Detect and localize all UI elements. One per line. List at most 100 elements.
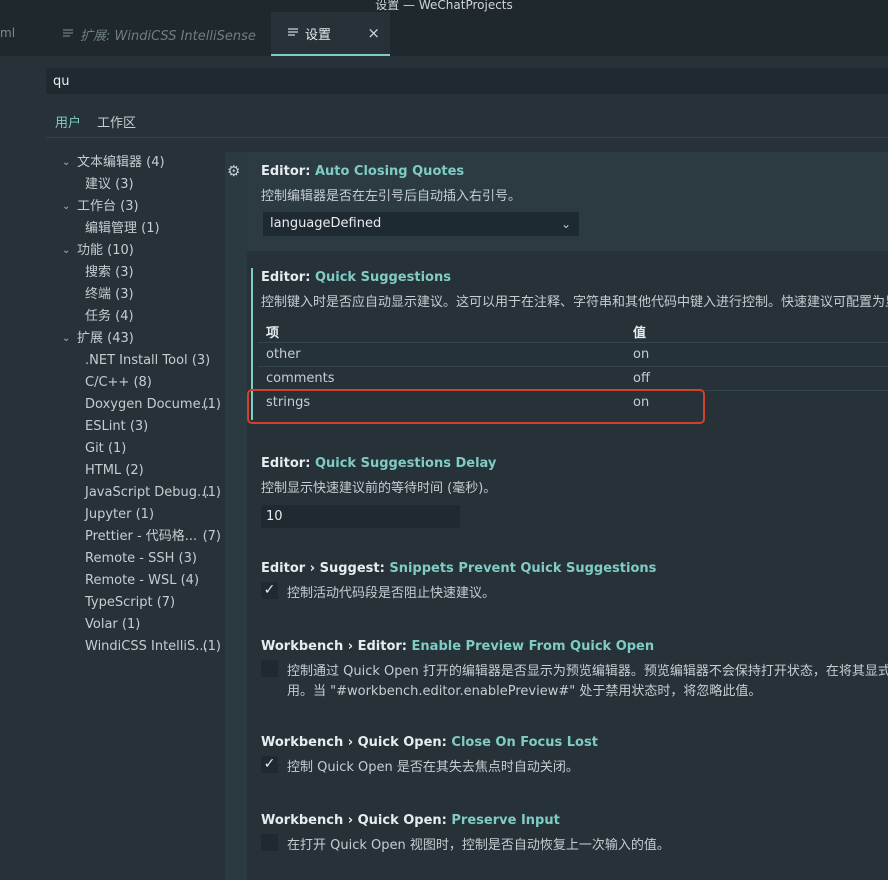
- toc-item[interactable]: Prettier - 代码格... (7): [0, 526, 225, 548]
- setting-description: 控制 Quick Open 是否在其失去焦点时自动关闭。: [287, 760, 579, 775]
- snippets-prevent-checkbox[interactable]: ✓: [261, 582, 278, 599]
- toc-item-count: (2): [125, 463, 144, 478]
- chevron-down-icon[interactable]: ⌄: [62, 152, 70, 174]
- chevron-down-icon[interactable]: ⌄: [62, 328, 70, 350]
- tab-workspace-settings[interactable]: 工作区: [97, 112, 136, 131]
- window-title-bar: 设置 — WeChatProjects: [0, 0, 888, 12]
- toc-item[interactable]: 任务 (4): [0, 306, 225, 328]
- toc-item-label: 搜索: [85, 265, 112, 280]
- tab-label: 扩展: WindiCSS IntelliSense: [80, 28, 256, 44]
- toc-item-text: Remote - WSL (4): [85, 570, 199, 592]
- toc-item-label: Git: [85, 441, 104, 456]
- tab-label: 设置: [305, 27, 332, 43]
- setting-title: Editor: Quick Suggestions: [261, 270, 451, 285]
- toc-item[interactable]: Doxygen Docume... (1): [0, 394, 225, 416]
- toc-item-text: 搜索 (3): [85, 262, 134, 284]
- toc-item[interactable]: Jupyter (1): [0, 504, 225, 526]
- toc-item[interactable]: TypeScript (7): [0, 592, 225, 614]
- toc-item[interactable]: ESLint (3): [0, 416, 225, 438]
- scope-divider: [46, 137, 888, 138]
- auto-closing-quotes-select[interactable]: languageDefined ⌄: [263, 212, 579, 236]
- toc-item[interactable]: 建议 (3): [0, 174, 225, 196]
- toc-item-text: TypeScript (7): [85, 592, 175, 614]
- setting-description: 控制编辑器是否在左引号后自动插入右引号。: [261, 189, 522, 204]
- setting-title: Editor: Auto Closing Quotes: [261, 164, 465, 179]
- toc-item[interactable]: Volar (1): [0, 614, 225, 636]
- toc-item[interactable]: HTML (2): [0, 460, 225, 482]
- gear-icon[interactable]: ⚙: [227, 162, 240, 180]
- setting-description: 控制键入时是否应自动显示建议。这可以用于在注释、字符串和其他代码中键入进行控制。…: [261, 295, 888, 310]
- enable-preview-checkbox[interactable]: [261, 660, 278, 677]
- setting-description: 控制活动代码段是否阻止快速建议。: [287, 586, 496, 601]
- toc-item[interactable]: ⌄ 扩展 (43): [0, 328, 225, 350]
- chevron-down-icon: ⌄: [560, 217, 571, 231]
- setting-title: Workbench › Editor: Enable Preview From …: [261, 639, 655, 654]
- toc-item-text: Git (1): [85, 438, 126, 460]
- toc-item-label: 扩展: [77, 331, 104, 346]
- toc-item-count: (1): [107, 441, 127, 456]
- toc-item[interactable]: Remote - SSH (3): [0, 548, 225, 570]
- toc-item-count: (3): [191, 353, 211, 368]
- toc-item-label: Remote - WSL: [85, 573, 177, 588]
- toc-scrollbar[interactable]: [225, 152, 247, 880]
- tab-extension-windicss[interactable]: 扩展: WindiCSS IntelliSense: [58, 12, 256, 56]
- divider: [258, 342, 888, 343]
- close-icon[interactable]: ×: [367, 24, 380, 42]
- setting-description: 在打开 Quick Open 视图时，控制是否自动恢复上一次输入的值。: [287, 838, 670, 853]
- setting-title: Editor: Quick Suggestions Delay: [261, 456, 497, 471]
- toc-item-count: (1): [202, 397, 221, 412]
- toc-item-text: 文本编辑器 (4): [77, 152, 165, 174]
- toc-item-label: 任务: [85, 309, 112, 324]
- settings-search-input[interactable]: qu: [46, 68, 888, 94]
- toc-item[interactable]: 搜索 (3): [0, 262, 225, 284]
- toc-item-count: (3): [115, 265, 134, 280]
- toc-item-count: (1): [202, 485, 221, 500]
- toc-item-label: Doxygen Docume...: [85, 397, 213, 412]
- toc-item[interactable]: ⌄ 工作台 (3): [0, 196, 225, 218]
- toc-item[interactable]: 终端 (3): [0, 284, 225, 306]
- toc-item[interactable]: ⌄ 文本编辑器 (4): [0, 152, 225, 174]
- toc-item-label: .NET Install Tool: [85, 353, 188, 368]
- tab-user-settings[interactable]: 用户: [55, 112, 82, 138]
- check-icon: ✓: [263, 756, 276, 772]
- toc-item[interactable]: .NET Install Tool (3): [0, 350, 225, 372]
- toc-item-text: 编辑管理 (1): [85, 218, 160, 240]
- list-item-value[interactable]: on: [633, 347, 649, 362]
- toc-item[interactable]: WindiCSS IntelliS... (1): [0, 636, 225, 658]
- tab-truncated-label[interactable]: ml: [0, 26, 15, 40]
- toc-item-count: (43): [107, 331, 134, 346]
- setting-description: 控制显示快速建议前的等待时间 (毫秒)。: [261, 481, 497, 496]
- list-item-value[interactable]: off: [633, 371, 650, 386]
- quick-suggestions-delay-input[interactable]: 10: [261, 505, 460, 528]
- preserve-input-checkbox[interactable]: [261, 834, 278, 851]
- chevron-down-icon[interactable]: ⌄: [62, 240, 70, 262]
- toc-item-label: ESLint: [85, 419, 126, 434]
- list-item-key[interactable]: other: [266, 347, 301, 362]
- toc-item-text: C/C++ (8): [85, 372, 152, 394]
- setting-title: Editor › Suggest: Snippets Prevent Quick…: [261, 561, 657, 576]
- highlight-box: [247, 389, 705, 424]
- toc-item[interactable]: Git (1): [0, 438, 225, 460]
- toc-item[interactable]: ⌄ 功能 (10): [0, 240, 225, 262]
- close-on-focus-lost-checkbox[interactable]: ✓: [261, 756, 278, 773]
- toc-item-label: Volar: [85, 617, 118, 632]
- toc-item-count: (7): [202, 529, 221, 544]
- toc-item-text: 功能 (10): [77, 240, 134, 262]
- toc-item-label: 文本编辑器: [77, 155, 143, 170]
- toc-item[interactable]: 编辑管理 (1): [0, 218, 225, 240]
- toc-item-count: (1): [135, 507, 155, 522]
- chevron-down-icon[interactable]: ⌄: [62, 196, 70, 218]
- toc-item[interactable]: Remote - WSL (4): [0, 570, 225, 592]
- toc-item-count: (4): [115, 309, 134, 324]
- toc-item[interactable]: C/C++ (8): [0, 372, 225, 394]
- toc-item-text: 终端 (3): [85, 284, 134, 306]
- toc-item-count: (3): [178, 551, 197, 566]
- setting-title: Workbench › Quick Open: Preserve Input: [261, 813, 560, 828]
- column-header-item: 项: [266, 326, 280, 341]
- setting-title: Workbench › Quick Open: Close On Focus L…: [261, 735, 598, 750]
- tab-settings[interactable]: 设置 ×: [271, 12, 390, 56]
- list-item-key[interactable]: comments: [266, 371, 335, 386]
- toc-item-text: Volar (1): [85, 614, 140, 636]
- toc-item[interactable]: JavaScript Debug... (1): [0, 482, 225, 504]
- toc-item-text: Jupyter (1): [85, 504, 154, 526]
